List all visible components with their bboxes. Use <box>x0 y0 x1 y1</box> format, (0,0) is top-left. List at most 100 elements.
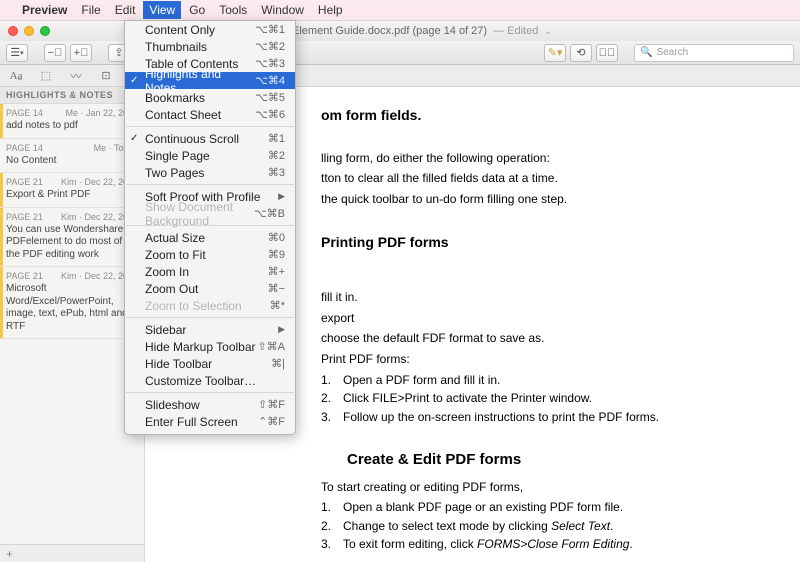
menu-item-label: Thumbnails <box>145 40 207 54</box>
menu-item-label: Hide Markup Toolbar <box>145 340 256 354</box>
menu-item-label: Show Document Background <box>145 200 254 228</box>
shortcut-label: ⌘| <box>271 357 285 370</box>
select-rect-button[interactable]: ⬚ <box>36 68 56 84</box>
menu-item-continuous-scroll[interactable]: ✓Continuous Scroll⌘1 <box>125 130 295 147</box>
minimize-window-button[interactable] <box>24 26 34 36</box>
menu-separator <box>126 317 294 318</box>
menu-item-content-only[interactable]: Content Only⌥⌘1 <box>125 21 295 38</box>
sidebar-note[interactable]: PAGE 14Me · TodayNo Content <box>0 139 144 174</box>
doc-list-item: To exit form editing, click FORMS>Close … <box>343 535 633 554</box>
menu-item-zoom-in[interactable]: Zoom In⌘+ <box>125 263 295 280</box>
note-page: PAGE 21 <box>6 177 43 187</box>
view-menu-dropdown: Content Only⌥⌘1Thumbnails⌥⌘2Table of Con… <box>124 20 296 435</box>
sketch-button[interactable]: 〰 <box>66 68 86 84</box>
check-icon: ✓ <box>130 133 138 144</box>
menu-item-label: Slideshow <box>145 398 200 412</box>
doc-heading: Create & Edit PDF forms <box>347 448 760 471</box>
menu-item-hide-toolbar[interactable]: Hide Toolbar ⌘| <box>125 355 295 372</box>
menu-edit[interactable]: Edit <box>115 3 136 17</box>
doc-text: tton to clear all the filled fields data… <box>321 169 760 188</box>
menu-item-zoom-to-selection: Zoom to Selection ⌘* <box>125 297 295 314</box>
menu-file[interactable]: File <box>81 3 100 17</box>
menu-tools[interactable]: Tools <box>219 3 247 17</box>
sidebar-note[interactable]: PAGE 21Kim · Dec 22, 2014You can use Won… <box>0 208 144 268</box>
menu-item-thumbnails[interactable]: Thumbnails ⌥⌘2 <box>125 38 295 55</box>
sidebar-note[interactable]: PAGE 21Kim · Dec 22, 2014Export & Print … <box>0 173 144 208</box>
plus-icon: + <box>6 547 13 561</box>
sidebar-note[interactable]: PAGE 21Kim · Dec 22, 2014Microsoft Word/… <box>0 267 144 339</box>
doc-list-item: Open a blank PDF page or an existing PDF… <box>343 498 623 517</box>
preview-window: PDF Element Guide.docx.pdf (page 14 of 2… <box>0 20 800 562</box>
shortcut-label: ⌥⌘3 <box>255 57 285 70</box>
search-icon: 🔍 <box>640 47 652 58</box>
menu-item-slideshow[interactable]: Slideshow⇧⌘F <box>125 396 295 413</box>
doc-heading: om form fields. <box>321 93 760 129</box>
menu-item-actual-size[interactable]: Actual Size⌘0 <box>125 229 295 246</box>
doc-text: export <box>321 309 760 328</box>
menu-item-sidebar[interactable]: Sidebar▶ <box>125 321 295 338</box>
menu-view[interactable]: View <box>143 1 181 19</box>
menu-item-label: Hide Toolbar <box>145 357 212 371</box>
shortcut-label: ⌘0 <box>268 231 285 244</box>
menu-item-zoom-out[interactable]: Zoom Out⌘− <box>125 280 295 297</box>
menu-item-label: Zoom In <box>145 265 189 279</box>
menu-item-label: Zoom to Selection <box>145 299 242 313</box>
zoom-in-button[interactable]: +⃝ <box>70 44 92 62</box>
menu-item-hide-markup-toolbar[interactable]: Hide Markup Toolbar⇧⌘A <box>125 338 295 355</box>
shortcut-label: ⌥⌘B <box>254 207 285 220</box>
traffic-lights <box>0 26 50 36</box>
menu-item-label: Single Page <box>145 149 210 163</box>
shortcut-label: ⌥⌘6 <box>255 108 285 121</box>
doc-text: choose the default FDF format to save as… <box>321 329 760 348</box>
note-page: PAGE 21 <box>6 271 43 281</box>
sidebar-note[interactable]: PAGE 14Me · Jan 22, 2016add notes to pdf <box>0 104 144 139</box>
sidebar-header: HIGHLIGHTS & NOTES <box>0 87 144 104</box>
doc-list-item: Open a PDF form and fill it in. <box>343 371 500 390</box>
markup-toolbar-button[interactable]: ✎⃝ <box>596 44 618 62</box>
shortcut-label: ⌥⌘2 <box>255 40 285 53</box>
doc-heading: Printing PDF forms <box>321 210 760 256</box>
shortcut-label: ⌘9 <box>268 248 285 261</box>
zoom-window-button[interactable] <box>40 26 50 36</box>
edited-label: — Edited <box>493 25 538 37</box>
doc-text: Print PDF forms: <box>321 350 760 369</box>
check-icon: ✓ <box>130 75 138 86</box>
doc-text: the quick toolbar to un-do form filling … <box>321 190 760 209</box>
shortcut-label: ⌘* <box>270 299 285 312</box>
content-area: HIGHLIGHTS & NOTES PAGE 14Me · Jan 22, 2… <box>0 87 800 562</box>
zoom-out-button[interactable]: −⃝ <box>44 44 66 62</box>
submenu-arrow-icon: ▶ <box>278 191 285 202</box>
menu-help[interactable]: Help <box>318 3 343 17</box>
menu-go[interactable]: Go <box>189 3 205 17</box>
note-page: PAGE 14 <box>6 143 43 153</box>
menu-item-label: Zoom Out <box>145 282 198 296</box>
text-style-button[interactable]: Aa̱ <box>6 68 26 84</box>
menu-item-zoom-to-fit[interactable]: Zoom to Fit⌘9 <box>125 246 295 263</box>
menu-item-label: Enter Full Screen <box>145 415 238 429</box>
app-name[interactable]: Preview <box>22 3 67 17</box>
title-dropdown-icon[interactable]: ⌄ <box>544 27 551 36</box>
menu-item-two-pages[interactable]: Two Pages⌘3 <box>125 164 295 181</box>
menu-item-bookmarks[interactable]: Bookmarks⌥⌘5 <box>125 89 295 106</box>
system-menubar: Preview File Edit View Go Tools Window H… <box>0 0 800 20</box>
sidebar-add-button[interactable]: + <box>0 544 144 562</box>
shortcut-label: ⌃⌘F <box>258 415 285 428</box>
rotate-button[interactable]: ⟲ <box>570 44 592 62</box>
menu-item-contact-sheet[interactable]: Contact Sheet⌥⌘6 <box>125 106 295 123</box>
menu-item-enter-full-screen[interactable]: Enter Full Screen ⌃⌘F <box>125 413 295 430</box>
menu-separator <box>126 126 294 127</box>
text-tool-button[interactable]: ⊡ <box>96 68 116 84</box>
shortcut-label: ⇧⌘A <box>257 340 285 353</box>
sidebar-toggle-button[interactable]: ☰▾ <box>6 44 28 62</box>
highlight-button[interactable]: ✎▾ <box>544 44 566 62</box>
close-window-button[interactable] <box>8 26 18 36</box>
menu-item-single-page[interactable]: Single Page⌘2 <box>125 147 295 164</box>
menu-item-customize-toolbar-[interactable]: Customize Toolbar… <box>125 372 295 389</box>
shortcut-label: ⌘3 <box>268 166 285 179</box>
search-field[interactable]: 🔍 Search <box>634 44 794 62</box>
menu-item-highlights-and-notes[interactable]: ✓Highlights and Notes⌥⌘4 <box>125 72 295 89</box>
menu-window[interactable]: Window <box>261 3 304 17</box>
shortcut-label: ⌥⌘1 <box>255 23 285 36</box>
shortcut-label: ⌥⌘5 <box>255 91 285 104</box>
menu-separator <box>126 184 294 185</box>
